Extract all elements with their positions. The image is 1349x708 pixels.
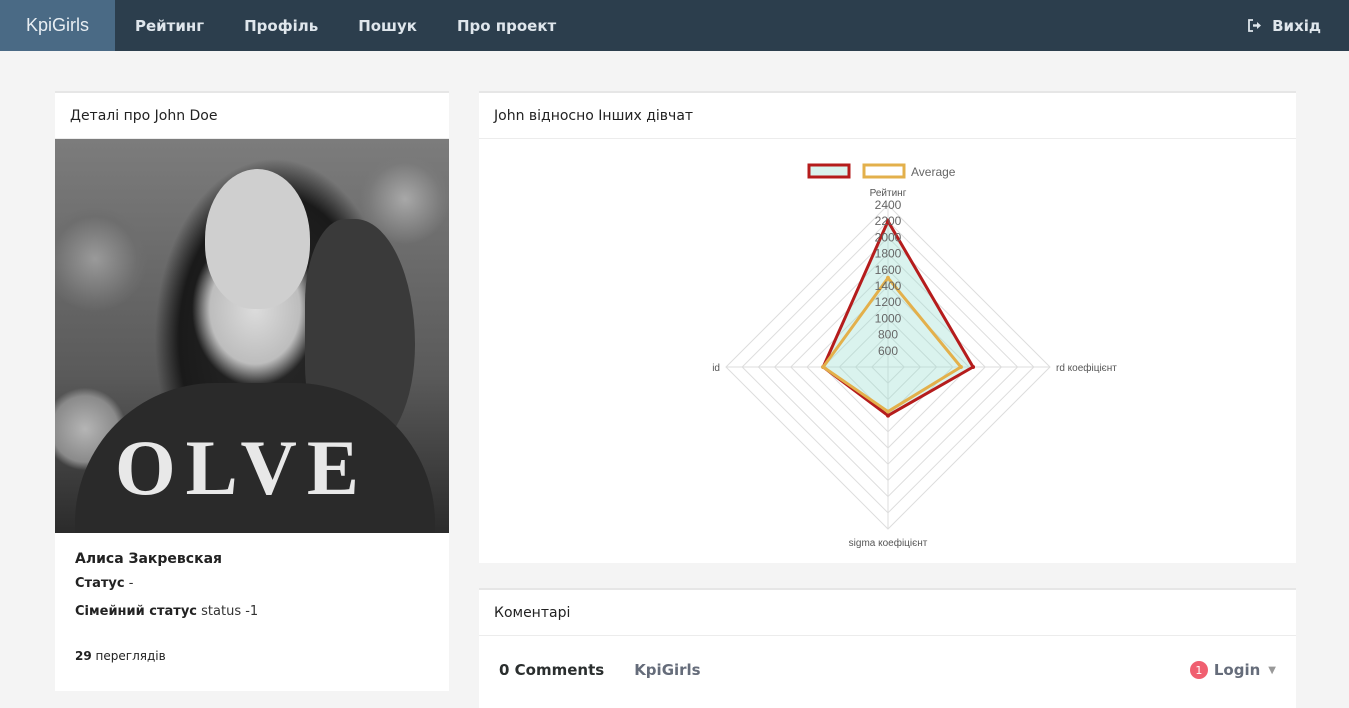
tick-label: 1000 — [875, 311, 902, 325]
chart-heading: John відносно Інших дівчат — [479, 93, 1296, 139]
nav-links: Рейтинг Профіль Пошук Про проект — [115, 0, 576, 51]
comments-count-tab[interactable]: 0 Comments — [499, 661, 604, 679]
status-value: - — [128, 576, 134, 591]
tick-label: 800 — [878, 328, 898, 342]
legend-swatch — [807, 163, 851, 179]
views-row: 29 переглядів — [75, 649, 429, 663]
photo-shirt-print: OLVE — [115, 424, 369, 511]
status-row: Статус - — [75, 576, 429, 591]
tick-label: 1400 — [875, 279, 902, 293]
login-label: Login — [1213, 661, 1261, 679]
photo-face — [205, 169, 310, 309]
tick-label: 600 — [878, 344, 898, 358]
chart-panel: John відносно Інших дівчат 600 800 1000 120… — [479, 91, 1296, 563]
nav-link-rating[interactable]: Рейтинг — [115, 17, 224, 35]
nav-link-profile[interactable]: Профіль — [224, 17, 338, 35]
brand-logo[interactable]: KpiGirls — [0, 0, 115, 51]
family-status-value: status -1 — [201, 604, 259, 619]
profile-panel: Деталі про John Doe OLVE Алиса Закревска… — [55, 91, 449, 691]
family-status-row: Сімейний статус status -1 — [75, 604, 429, 619]
views-label: переглядів — [95, 649, 166, 663]
profile-heading: Деталі про John Doe — [55, 93, 449, 139]
views-count: 29 — [75, 649, 92, 663]
sign-out-icon — [1248, 19, 1262, 32]
axis-label: rd коефіцієнт — [1056, 362, 1117, 374]
profile-details: Алиса Закревская Статус - Сімейний стату… — [55, 533, 449, 681]
logout-button[interactable]: Вихід — [1248, 0, 1349, 51]
legend-label: Average — [911, 165, 956, 179]
radar-chart: 600 800 1000 1200 1400 1600 1800 2000 2200 2400Ре… — [712, 163, 1117, 549]
chevron-down-icon: ▼ — [1268, 664, 1276, 676]
axis-label: id — [712, 363, 720, 374]
family-status-label: Сімейний статус — [75, 604, 198, 619]
comments-bar: 0 Comments KpiGirls 1 Login ▼ — [479, 636, 1296, 679]
series-point — [821, 365, 826, 369]
tick-label: 2000 — [875, 230, 902, 244]
login-menu[interactable]: 1 Login ▼ — [1189, 661, 1276, 679]
series-point — [958, 365, 963, 369]
profile-photo: OLVE — [55, 139, 449, 533]
community-tab[interactable]: KpiGirls — [634, 661, 700, 679]
status-label: Статус — [75, 576, 125, 591]
tick-label: 2400 — [875, 198, 902, 212]
profile-name: Алиса Закревская — [75, 551, 223, 567]
tick-label: 1600 — [875, 263, 902, 277]
series-point — [886, 413, 890, 418]
notification-badge: 1 — [1189, 661, 1208, 679]
top-navbar: KpiGirls Рейтинг Профіль Пошук Про проек… — [0, 0, 1349, 51]
nav-link-about[interactable]: Про проект — [437, 17, 576, 35]
series-point — [886, 409, 890, 414]
comments-heading: Коментарі — [479, 590, 1296, 636]
nav-link-search[interactable]: Пошук — [338, 17, 437, 35]
series-point — [971, 365, 976, 369]
comments-panel: Коментарі 0 Comments KpiGirls 1 Login ▼ — [479, 588, 1296, 708]
axis-label: Рейтинг — [870, 188, 907, 199]
logout-label: Вихід — [1272, 16, 1321, 35]
tick-label: 2200 — [875, 214, 902, 228]
tick-label: 1200 — [875, 295, 902, 309]
axis-label: sigma коефіцієнт — [849, 537, 928, 549]
tick-label: 1800 — [875, 247, 902, 261]
legend-swatch — [862, 163, 906, 179]
